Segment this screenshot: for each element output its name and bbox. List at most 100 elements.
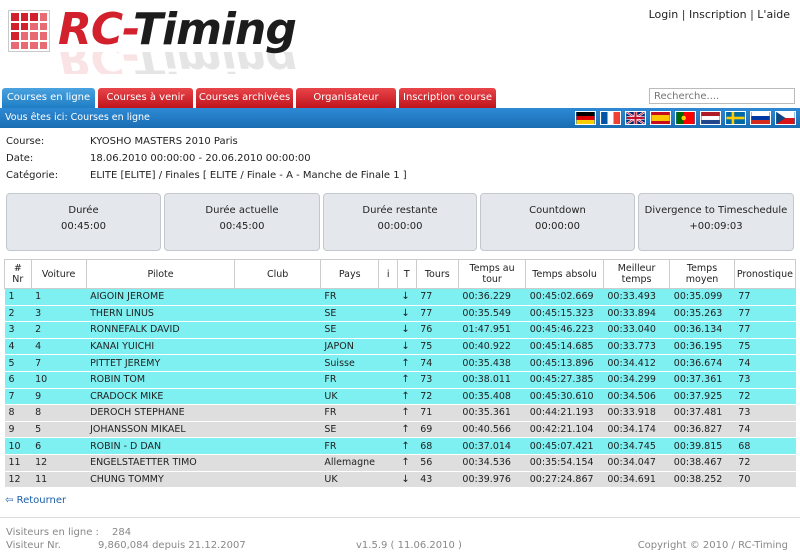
table-row[interactable]: 8 8 DEROCH STEPHANE FR ↑ 71 00:35.361 00:44:21.…: [4, 404, 796, 422]
france-flag-icon[interactable]: [600, 111, 621, 125]
help-link[interactable]: L'aide: [757, 8, 790, 21]
cell-country: UK: [320, 471, 379, 489]
col-prognosis[interactable]: Pronostique: [733, 259, 797, 289]
table-row[interactable]: 10 6 ROBIN - D DAN FR ↑ 68 00:37.014 00:45:07.4…: [4, 437, 796, 455]
language-flags: [575, 111, 796, 125]
cell-nr: 6: [4, 371, 32, 389]
col-country[interactable]: Pays: [319, 259, 380, 289]
cell-car: 7: [31, 354, 87, 372]
arrow-up-icon: ↑: [397, 404, 417, 422]
cell-nr: 12: [4, 471, 32, 489]
cell-nr: 2: [4, 305, 32, 323]
visitors-online-label: Visiteurs en ligne :: [6, 527, 99, 538]
col-best-time[interactable]: Meilleur temps: [602, 259, 671, 289]
czech-flag-icon[interactable]: [775, 111, 796, 125]
cell-info: [378, 454, 398, 472]
cell-lap-time: 01:47.951: [458, 321, 526, 339]
netherlands-flag-icon[interactable]: [700, 111, 721, 125]
cell-prognosis: 77: [734, 321, 796, 339]
col-club[interactable]: Club: [234, 259, 321, 289]
col-lap-time[interactable]: Temps au tour: [457, 259, 527, 289]
portugal-flag-icon[interactable]: [675, 111, 696, 125]
cell-club: [234, 437, 321, 455]
table-row[interactable]: 6 10 ROBIN TOM FR ↑ 73 00:38.011 00:45:27.385 00…: [4, 371, 796, 389]
cell-prognosis: 73: [734, 404, 796, 422]
cell-pilot: AIGOIN JEROME: [86, 288, 235, 306]
cell-laps: 68: [416, 437, 459, 455]
back-link[interactable]: Retourner: [17, 495, 67, 506]
tab-live-races[interactable]: Courses en ligne: [2, 88, 95, 108]
table-row[interactable]: 7 9 CRADOCK MIKE UK ↑ 72 00:35.408 00:45:30.610…: [4, 388, 796, 406]
category-value: ELITE [ELITE] / Finales [ ELITE / Finale…: [90, 170, 407, 181]
cell-best-time: 00:34.299: [603, 371, 670, 389]
cell-info: [378, 437, 398, 455]
table-row[interactable]: 12 11 CHUNG TOMMY UK ↓ 43 00:39.976 00:27:24.86…: [4, 471, 796, 489]
timer-countdown: Countdown 00:00:00: [480, 193, 635, 251]
col-car[interactable]: Voiture: [30, 259, 87, 289]
germany-flag-icon[interactable]: [575, 111, 596, 125]
cell-pilot: CHUNG TOMMY: [86, 471, 235, 489]
search-input[interactable]: [649, 88, 795, 104]
table-row[interactable]: 11 12 ENGELSTAETTER TIMO Allemagne ↑ 56 00:34.…: [4, 454, 796, 472]
table-row[interactable]: 2 3 THERN LINUS SE ↓ 77 00:35.549 00:45:15.323 0…: [4, 305, 796, 323]
arrow-up-icon: ↑: [397, 354, 417, 372]
sweden-flag-icon[interactable]: [725, 111, 746, 125]
register-link[interactable]: Inscription: [689, 8, 747, 21]
table-row[interactable]: 4 4 KANAI YUICHI JAPON ↓ 75 00:40.922 00:45:14.…: [4, 338, 796, 356]
uk-flag-icon[interactable]: [625, 111, 646, 125]
russia-flag-icon[interactable]: [750, 111, 771, 125]
cell-car: 4: [31, 338, 87, 356]
login-link[interactable]: Login: [649, 8, 679, 21]
cell-best-time: 00:34.174: [603, 421, 670, 439]
arrow-down-icon: ↓: [397, 338, 417, 356]
tab-race-registration[interactable]: Inscription course: [399, 88, 496, 108]
tab-archived-races[interactable]: Courses archivées: [196, 88, 293, 108]
cell-average-time: 00:36.674: [669, 354, 735, 372]
visitors-online-count: 284: [112, 527, 132, 538]
table-row[interactable]: 3 2 RONNEFALK DAVID SE ↓ 76 01:47.951 00:45:46.…: [4, 321, 796, 339]
timer-divergence: Divergence to Timeschedule +00:09:03: [638, 193, 794, 251]
table-row[interactable]: 5 7 PITTET JEREMY Suisse ↑ 74 00:35.438 00:45:1…: [4, 354, 796, 372]
table-row[interactable]: 1 1 AIGOIN JEROME FR ↓ 77 00:36.229 00:45:02.66…: [4, 288, 796, 306]
cell-lap-time: 00:37.014: [458, 437, 526, 455]
spain-flag-icon[interactable]: [650, 111, 671, 125]
cell-pilot: THERN LINUS: [86, 305, 235, 323]
cell-club: [234, 471, 321, 489]
cell-average-time: 00:35.099: [669, 288, 735, 306]
cell-prognosis: 74: [734, 421, 796, 439]
cell-nr: 7: [4, 388, 32, 406]
cell-laps: 75: [416, 338, 459, 356]
cell-laps: 69: [416, 421, 459, 439]
cell-car: 6: [31, 437, 87, 455]
cell-prognosis: 77: [734, 288, 796, 306]
cell-car: 11: [31, 471, 87, 489]
col-trend[interactable]: T: [396, 259, 417, 289]
col-nr[interactable]: # Nr: [4, 259, 32, 289]
table-row[interactable]: 9 5 JOHANSSON MIKAEL SE ↑ 69 00:40.566 00:42:21…: [4, 421, 796, 439]
cell-absolute-time: 00:45:14.685: [525, 338, 604, 356]
tab-upcoming-races[interactable]: Courses à venir: [98, 88, 193, 108]
cell-average-time: 00:35.263: [669, 305, 735, 323]
logo-text[interactable]: RC-Timing: [58, 2, 297, 58]
col-pilot[interactable]: Pilote: [85, 259, 236, 289]
cell-best-time: 00:34.412: [603, 354, 670, 372]
arrow-up-icon: ↑: [397, 371, 417, 389]
main-nav: Courses en ligne Courses à venir Courses…: [0, 88, 800, 108]
cell-info: [378, 388, 398, 406]
tab-organizer[interactable]: Organisateur: [296, 88, 396, 108]
cell-absolute-time: 00:45:30.610: [525, 388, 604, 406]
arrow-up-icon: ↑: [397, 437, 417, 455]
cell-average-time: 00:37.361: [669, 371, 735, 389]
visitor-number-label: Visiteur Nr.: [6, 540, 61, 551]
table-header-row: # Nr Voiture Pilote Club Pays i T Tours …: [4, 259, 797, 289]
cell-car: 10: [31, 371, 87, 389]
arrow-down-icon: ↓: [397, 471, 417, 489]
col-laps[interactable]: Tours: [415, 259, 459, 289]
cell-pilot: JOHANSSON MIKAEL: [86, 421, 235, 439]
col-absolute-time[interactable]: Temps absolu: [525, 259, 604, 289]
cell-club: [234, 371, 321, 389]
col-average-time[interactable]: Temps moyen: [669, 259, 735, 289]
arrow-down-icon: ↓: [397, 288, 417, 306]
cell-country: FR: [320, 404, 379, 422]
col-info[interactable]: i: [378, 259, 398, 289]
